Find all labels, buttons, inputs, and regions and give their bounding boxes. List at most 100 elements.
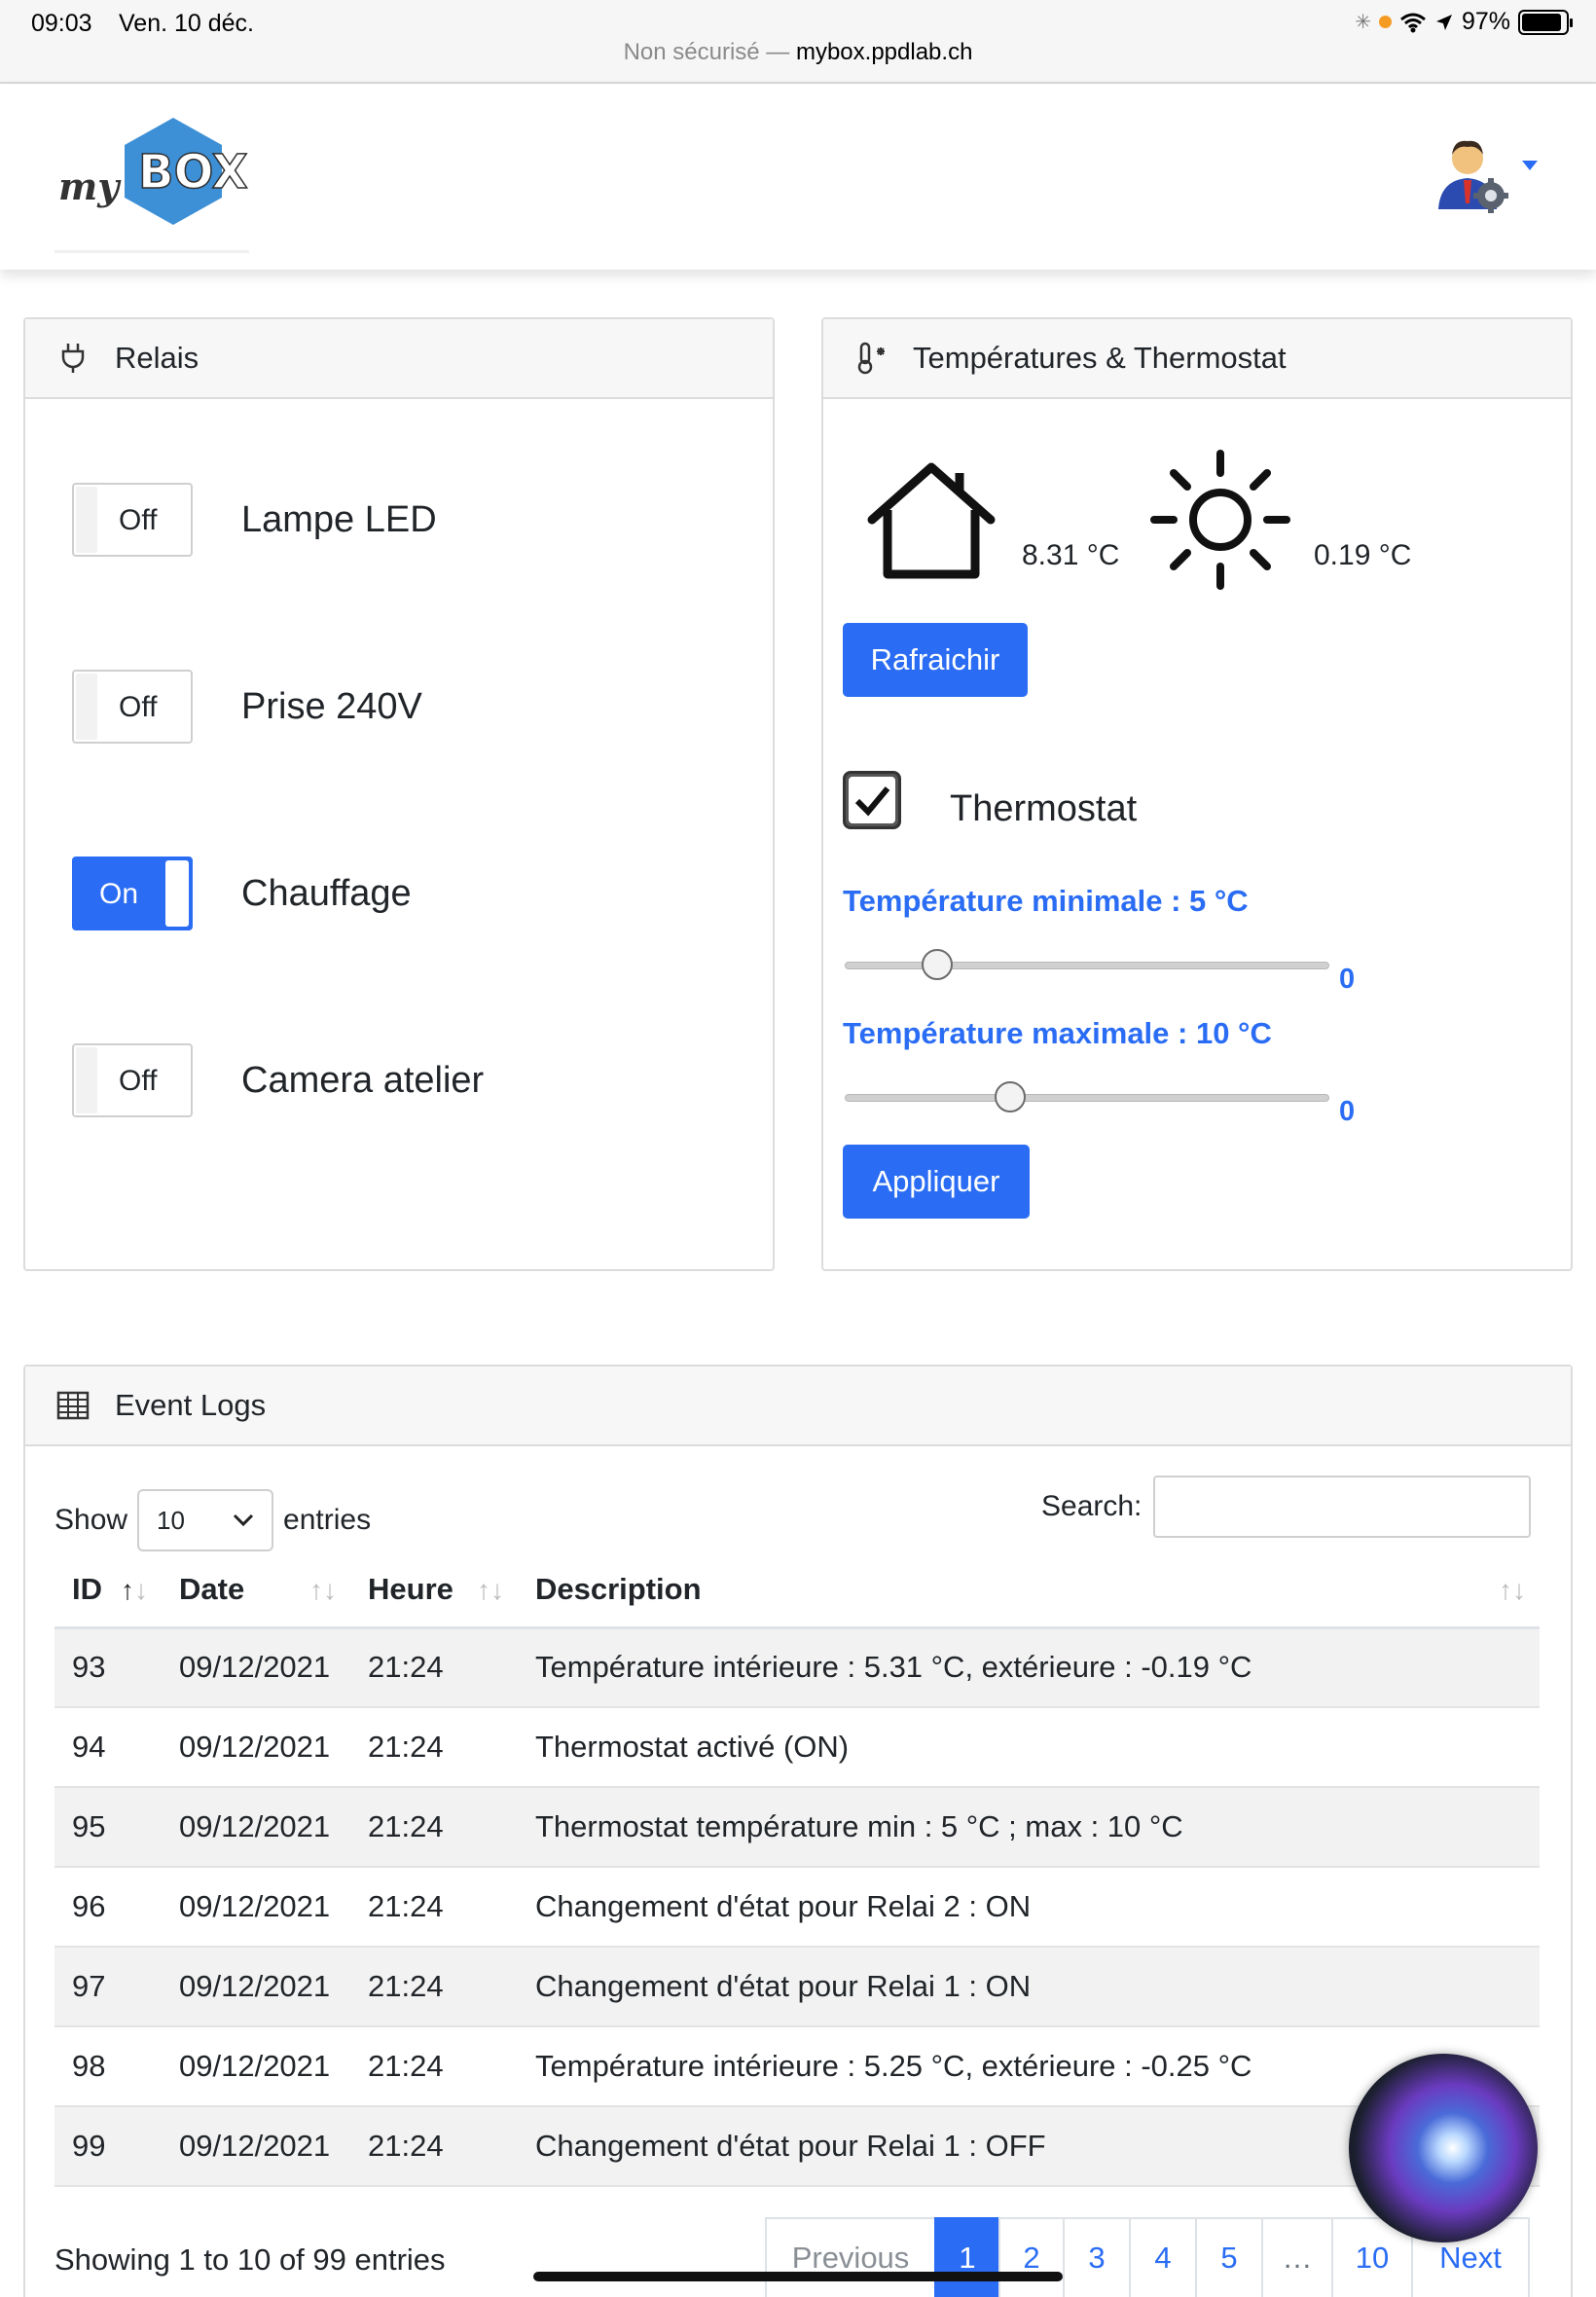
min-temperature-slider[interactable] [845, 949, 1329, 980]
relay-row-chauffage: On Chauffage [72, 857, 412, 930]
relay-toggle-lampe-led[interactable]: Off [72, 483, 193, 557]
battery-icon [1518, 9, 1573, 35]
cell-date: 09/12/2021 [162, 1947, 350, 2027]
cell-heure: 21:24 [350, 1707, 518, 1788]
user-settings-menu[interactable] [1431, 135, 1547, 233]
cell-description: Thermostat température min : 5 °C ; max … [518, 1787, 1540, 1868]
cell-description: Changement d'état pour Relai 1 : ON [518, 1947, 1540, 2027]
cell-heure: 21:24 [350, 1787, 518, 1868]
event-logs-title: Event Logs [115, 1388, 267, 1422]
cell-description: Température intérieure : 5.31 °C, extéri… [518, 1627, 1540, 1708]
relay-toggle-camera-atelier[interactable]: Off [72, 1043, 193, 1117]
event-logs-card-header: Event Logs [25, 1367, 1571, 1446]
temperatures-title: Températures & Thermostat [913, 341, 1287, 375]
relay-row-lampe-led: Off Lampe LED [72, 483, 437, 557]
house-icon [867, 462, 996, 579]
cell-date: 09/12/2021 [162, 1787, 350, 1868]
table-row: 94 09/12/2021 21:24 Thermostat activé (O… [54, 1707, 1540, 1788]
table-info: Showing 1 to 10 of 99 entries [54, 2242, 446, 2277]
app-navbar: my BOX [0, 85, 1596, 270]
table-row: 95 09/12/2021 21:24 Thermostat températu… [54, 1787, 1540, 1868]
table-row: 99 09/12/2021 21:24 Changement d'état po… [54, 2106, 1540, 2187]
relay-row-camera-atelier: Off Camera atelier [72, 1043, 484, 1117]
indoor-temperature: 8.31 °C [1022, 539, 1120, 571]
pagination-page-1[interactable]: 1 [934, 2217, 1000, 2297]
activity-icon: ✳ [1355, 12, 1371, 33]
url-security-label: Non sécurisé — [623, 39, 796, 65]
cell-date: 09/12/2021 [162, 1627, 350, 1708]
address-bar[interactable]: Non sécurisé — mybox.ppdlab.ch [0, 39, 1596, 66]
cell-id: 99 [54, 2106, 162, 2187]
cell-heure: 21:24 [350, 1867, 518, 1948]
plug-icon [56, 342, 90, 375]
thermostat-label: Thermostat [950, 788, 1138, 829]
table-icon [56, 1389, 90, 1422]
search-label: Search: [1041, 1490, 1143, 1522]
min-temperature-label: Température minimale : 5 °C [843, 884, 1249, 918]
siri-orb[interactable] [1349, 2054, 1538, 2242]
entries-label: entries [283, 1504, 372, 1536]
max-temperature-slider[interactable] [845, 1081, 1329, 1112]
pagination-page-2[interactable]: 2 [998, 2217, 1065, 2297]
show-label: Show [54, 1504, 128, 1536]
table-row: 98 09/12/2021 21:24 Température intérieu… [54, 2026, 1540, 2107]
home-indicator[interactable] [533, 2272, 1063, 2281]
checkmark-icon [854, 786, 890, 817]
svg-text:my: my [58, 164, 122, 208]
relay-toggle-prise-240v[interactable]: Off [72, 670, 193, 744]
sort-icon: ↑↓ [1499, 1575, 1526, 1605]
cell-date: 09/12/2021 [162, 2026, 350, 2107]
status-indicators: ✳ 97% [1355, 8, 1573, 36]
cell-heure: 21:24 [350, 2106, 518, 2187]
url-domain: mybox.ppdlab.ch [795, 39, 973, 65]
cell-id: 95 [54, 1787, 162, 1868]
page-size-control: Show 10 entries [54, 1489, 371, 1551]
relay-toggle-chauffage[interactable]: On [72, 857, 193, 930]
cell-heure: 21:24 [350, 1947, 518, 2027]
column-header-description[interactable]: Description ↑↓ [518, 1553, 1540, 1629]
status-time: 09:03 [31, 10, 92, 37]
mybox-logo[interactable]: my BOX [54, 114, 255, 252]
pagination-previous[interactable]: Previous [765, 2217, 936, 2297]
pagination-page-5[interactable]: 5 [1195, 2217, 1263, 2297]
relay-row-prise-240v: Off Prise 240V [72, 670, 422, 744]
max-temperature-value: 0 [1339, 1096, 1356, 1127]
battery-percent: 97% [1461, 8, 1510, 35]
table-row: 97 09/12/2021 21:24 Changement d'état po… [54, 1947, 1540, 2027]
min-temperature-thumb[interactable] [922, 949, 954, 980]
refresh-button[interactable]: Rafraichir [843, 623, 1028, 697]
chevron-down-icon [233, 1513, 254, 1527]
browser-status-bar: 09:03 Ven. 10 déc. Non sécurisé — mybox.… [0, 0, 1596, 84]
relais-card: Relais Off Lampe LED Off Prise 240V On C… [23, 317, 775, 1271]
cell-id: 96 [54, 1867, 162, 1948]
column-header-id[interactable]: ID ↑↓ [54, 1553, 162, 1629]
thermostat-checkbox[interactable] [843, 771, 901, 829]
cell-heure: 21:24 [350, 1627, 518, 1708]
table-header-row: ID ↑↓ Date ↑↓ Heure ↑↓ Description ↑↓ [54, 1553, 1540, 1629]
pagination-page-3[interactable]: 3 [1063, 2217, 1131, 2297]
svg-text:BOX: BOX [138, 145, 248, 200]
search-input[interactable] [1153, 1476, 1532, 1538]
cell-id: 98 [54, 2026, 162, 2107]
cell-date: 09/12/2021 [162, 2106, 350, 2187]
cell-heure: 21:24 [350, 2026, 518, 2107]
page-size-select[interactable]: 10 [137, 1489, 274, 1551]
sort-icon: ↑↓ [309, 1575, 337, 1605]
min-temperature-value: 0 [1339, 964, 1356, 995]
relais-title: Relais [115, 341, 200, 375]
search-control: Search: [1041, 1476, 1532, 1538]
max-temperature-thumb[interactable] [994, 1081, 1026, 1112]
temperatures-card: Températures & Thermostat 8.31 °C 0.19 °… [821, 317, 1573, 1271]
cell-date: 09/12/2021 [162, 1707, 350, 1788]
user-settings-avatar-icon [1438, 140, 1538, 213]
cell-id: 93 [54, 1627, 162, 1708]
mic-indicator-icon [1378, 16, 1392, 28]
column-header-date[interactable]: Date ↑↓ [162, 1553, 350, 1629]
max-temperature-label: Température maximale : 10 °C [843, 1016, 1272, 1050]
cell-description: Thermostat activé (ON) [518, 1707, 1540, 1788]
apply-button[interactable]: Appliquer [843, 1145, 1030, 1219]
cell-description: Changement d'état pour Relai 2 : ON [518, 1867, 1540, 1948]
column-header-heure[interactable]: Heure ↑↓ [350, 1553, 518, 1629]
pagination-page-4[interactable]: 4 [1129, 2217, 1197, 2297]
sort-icon: ↑↓ [477, 1575, 504, 1605]
